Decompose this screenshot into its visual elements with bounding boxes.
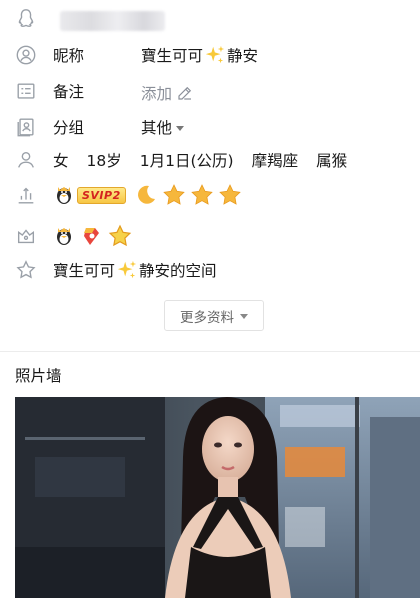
moon-icon [137, 185, 155, 204]
group-label: 分组 [53, 119, 85, 137]
chevron-down-icon [240, 314, 248, 319]
space-text-part2: 静安的空间 [139, 262, 217, 280]
svip-label: SVIP2 [77, 186, 126, 204]
photo-illustration [15, 397, 420, 598]
nickname-row: 昵称 寶生可可 静安 [0, 40, 420, 70]
birthday-text: 1月1日(公历) [139, 152, 234, 170]
medal-badges[interactable] [52, 224, 136, 248]
star-medal-icon [108, 224, 132, 247]
sparkles-emoji [117, 260, 137, 279]
sparkles-emoji [205, 45, 225, 64]
medals-row [0, 221, 420, 251]
svip-badge[interactable]: SVIP2 [52, 184, 126, 206]
chevron-down-icon [176, 125, 185, 131]
person-icon [14, 148, 38, 172]
zodiac-text: 属猴 [316, 152, 348, 170]
penguin-outline-icon [14, 6, 38, 30]
remark-row: 备注 添加 [0, 76, 420, 106]
remark-add-text: 添加 [141, 85, 173, 103]
crown-outline-icon [14, 224, 38, 248]
penguin-medal-icon [57, 228, 71, 245]
star-icon [162, 184, 185, 205]
level-bars-icon [14, 183, 38, 207]
section-divider [0, 351, 420, 352]
qq-number-blurred [60, 11, 165, 31]
remark-add-link[interactable]: 添加 [141, 82, 194, 104]
user-circle-icon [14, 43, 38, 67]
id-card-icon [14, 79, 38, 103]
more-info-button[interactable]: 更多资料 [164, 300, 264, 331]
remark-label: 备注 [53, 83, 85, 101]
nickname-value: 寶生可可 静安 [141, 44, 258, 66]
group-value: 其他 [141, 119, 173, 137]
svip-penguin-icon [57, 187, 71, 204]
constellation-text: 摩羯座 [251, 152, 299, 170]
space-row[interactable]: 寶生可可 静安的空间 [0, 255, 420, 285]
star-icon [190, 184, 213, 205]
nickname-text-part1: 寶生可可 [141, 47, 204, 65]
group-select[interactable]: 其他 [141, 116, 185, 138]
pencil-icon [178, 86, 192, 100]
star-outline-icon [14, 258, 38, 282]
contact-card-icon [14, 115, 38, 139]
basic-info-row: 女 18岁 1月1日(公历) 摩羯座 属猴 [0, 145, 420, 175]
photo-wall-image[interactable] [15, 397, 420, 598]
group-row: 分组 其他 [0, 112, 420, 142]
space-link[interactable]: 寶生可可 静安的空间 [53, 259, 217, 281]
gender-text: 女 [53, 152, 69, 170]
red-badge-medal-icon [84, 228, 99, 245]
basic-info: 女 18岁 1月1日(公历) 摩羯座 属猴 [53, 149, 365, 171]
qq-number-row [0, 3, 420, 33]
nickname-label: 昵称 [53, 47, 85, 65]
nickname-text-part2: 静安 [227, 47, 259, 65]
more-info-label: 更多资料 [180, 309, 234, 326]
level-badges[interactable]: SVIP2 [52, 183, 246, 207]
photo-wall-title: 照片墙 [15, 367, 62, 385]
level-row: SVIP2 [0, 180, 420, 210]
star-icon [218, 184, 241, 205]
age-text: 18岁 [86, 152, 122, 170]
space-text-part1: 寶生可可 [53, 262, 116, 280]
